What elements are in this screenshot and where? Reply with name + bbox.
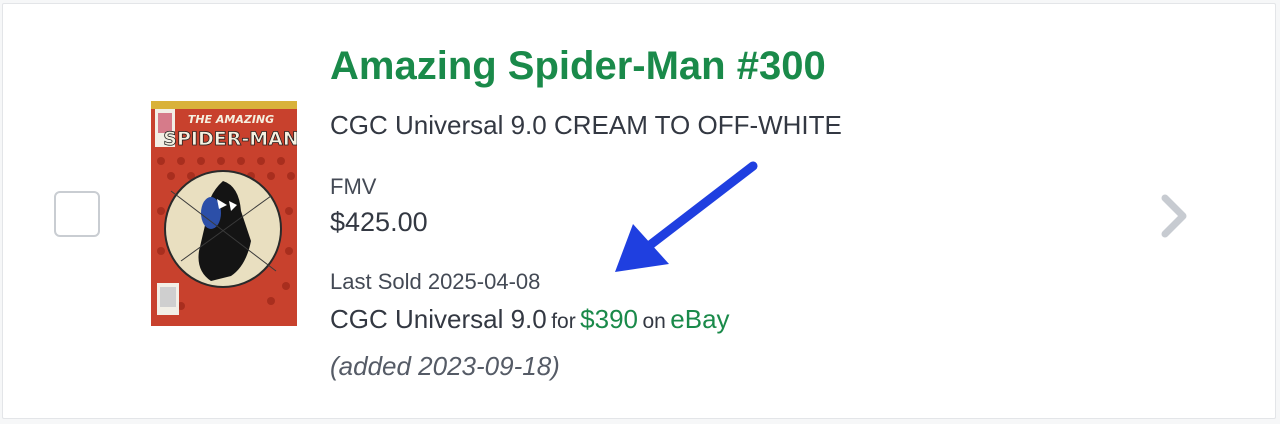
added-date: (added 2023-09-18) bbox=[330, 351, 560, 381]
last-sale-details: CGC Universal 9.0 for $390 on eBay bbox=[330, 304, 730, 335]
sale-grade: CGC Universal 9.0 bbox=[330, 304, 547, 334]
comic-cover-thumbnail[interactable]: THE AMAZING SPIDER-MAN bbox=[151, 101, 297, 326]
cover-text-top: THE AMAZING bbox=[188, 113, 274, 126]
item-grade: CGC Universal 9.0 CREAM TO OFF-WHITE bbox=[330, 110, 842, 140]
collection-item-card: THE AMAZING SPIDER-MAN Amazing Spider-Ma… bbox=[2, 3, 1276, 419]
item-title[interactable]: Amazing Spider-Man #300 bbox=[330, 44, 826, 89]
sale-venue-link[interactable]: eBay bbox=[670, 304, 729, 334]
fmv-label: FMV bbox=[330, 174, 377, 199]
cover-text-main: SPIDER-MAN bbox=[163, 128, 297, 150]
sale-on-text: on bbox=[642, 310, 666, 333]
blue-arrow-icon bbox=[615, 161, 758, 272]
select-checkbox[interactable] bbox=[54, 191, 100, 237]
sale-price: $390 bbox=[580, 304, 638, 334]
sale-for-text: for bbox=[551, 310, 576, 333]
fmv-value: $425.00 bbox=[330, 207, 428, 237]
chevron-right-icon[interactable] bbox=[1155, 194, 1195, 238]
last-sold-date: Last Sold 2025-04-08 bbox=[330, 269, 541, 294]
